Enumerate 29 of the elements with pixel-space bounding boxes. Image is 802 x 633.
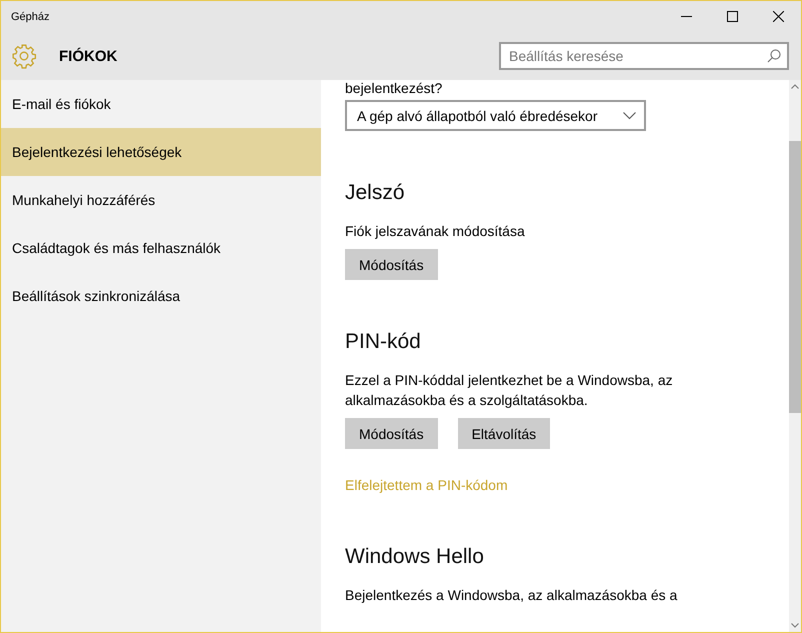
sidebar-item[interactable]: Bejelentkezési lehetőségek <box>1 128 321 176</box>
scroll-up-icon[interactable] <box>791 84 799 89</box>
scroll-down-icon[interactable] <box>791 623 799 628</box>
section-button[interactable]: Eltávolítás <box>458 418 550 449</box>
section-description: Ezzel a PIN-kóddal jelentkezhet be a Windowsba, az alkalmazásokba és a szolgáltatásokba. <box>345 371 674 410</box>
sidebar-item[interactable]: Családtagok és más felhasználók <box>1 224 321 272</box>
chevron-down-icon <box>623 112 636 120</box>
page-title: FIÓKOK <box>59 48 118 64</box>
sidebar-item[interactable]: E-mail és fiókok <box>1 80 321 128</box>
section-button[interactable]: Módosítás <box>345 249 438 280</box>
wake-dropdown[interactable]: A gép alvó állapotból való ébredésekor <box>345 100 646 131</box>
section-heading: Windows Hello <box>345 545 485 569</box>
section-description: Fiók jelszavának módosítása <box>345 222 526 241</box>
section-button[interactable]: Módosítás <box>345 418 438 449</box>
section-heading: PIN-kód <box>345 330 422 354</box>
maximize-icon <box>726 11 738 22</box>
search-field[interactable]: Beállítás keresése <box>499 42 789 70</box>
window-title: Gépház <box>11 10 51 22</box>
section-heading: Jelszó <box>345 181 406 205</box>
search-icon <box>767 49 781 63</box>
section-description: Bejelentkezés a Windowsba, az alkalmazásokba és a <box>345 586 678 605</box>
scrollbar[interactable] <box>789 80 801 632</box>
question-text: bejelentkezést? <box>345 80 442 96</box>
minimize-icon <box>680 16 692 17</box>
sidebar-item[interactable]: Beállítások szinkronizálása <box>1 272 321 320</box>
close-icon <box>772 11 784 22</box>
sidebar-item[interactable]: Munkahelyi hozzáférés <box>1 176 321 224</box>
scrollbar-thumb[interactable] <box>789 141 801 413</box>
settings-icon <box>11 43 37 69</box>
